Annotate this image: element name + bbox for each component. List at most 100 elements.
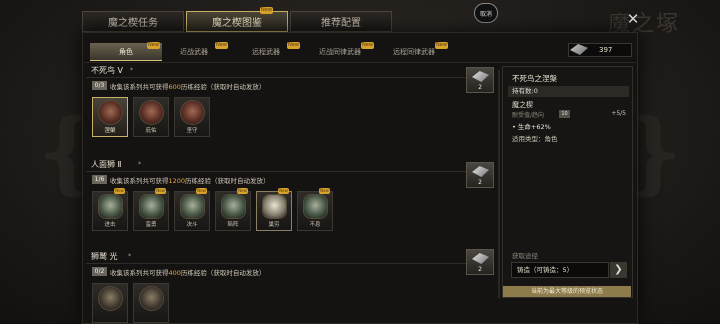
series-section: 人面狮 Ⅱ ◆ 1/6 收集该系列共可获得1200历练经验（获取时自动发放） 2… — [86, 158, 496, 250]
detail-panel: 不死鸟之涅槃 持有数:0 魔之楔 耐受值/趋向 10 +5/5 • 生命+62%… — [502, 66, 633, 298]
level-badge: 10 — [559, 110, 570, 118]
item-card[interactable]: 不息 New — [297, 188, 333, 231]
item-card[interactable]: 涅槃 — [92, 97, 128, 137]
item-card[interactable]: 蛮勇 New — [133, 188, 169, 231]
item-card[interactable]: 陷阵 New — [215, 188, 251, 231]
applicable-type: 适用类型：角色 — [512, 135, 558, 143]
mod-icon — [99, 195, 122, 218]
item-name: 蛮勇 — [145, 222, 157, 228]
list-scrollbar[interactable] — [498, 70, 500, 298]
mod-icon — [99, 101, 122, 124]
item-card[interactable]: 庇佑 — [133, 97, 169, 137]
owned-count: 持有数:0 — [508, 86, 629, 97]
series-desc: 收集该系列共可获得400历练经验（获取时自动发放） — [110, 269, 266, 277]
subtab-character[interactable]: 角色 New — [90, 42, 162, 61]
mod-icon — [181, 195, 204, 218]
tolerance-label: 耐受值/趋向 — [512, 112, 545, 119]
reward-icon — [472, 71, 489, 82]
new-badge: New — [361, 42, 374, 49]
max-level-preview-bar: 当前为最大等级的预览状态 — [503, 286, 631, 297]
series-title: 不死鸟 Ⅴ — [91, 66, 124, 75]
series-header: 人面狮 Ⅱ ◆ — [86, 158, 468, 172]
go-arrow-button[interactable]: ❯ — [610, 262, 627, 278]
subtab-ranged[interactable]: 远程武器 New — [230, 42, 302, 61]
series-reward[interactable]: 2 — [466, 67, 494, 93]
subtab-label: 角色 — [119, 47, 133, 56]
reward-icon — [472, 253, 489, 264]
reward-count: 2 — [478, 84, 482, 91]
collect-progress: 0/3 — [92, 81, 107, 90]
item-card[interactable] — [92, 283, 128, 323]
series-title: 人面狮 Ⅱ — [91, 160, 122, 169]
source-label: 获取途径 — [512, 252, 538, 260]
new-badge: New — [435, 42, 448, 49]
tab-recommended[interactable]: 推荐配置 — [290, 11, 392, 32]
item-card[interactable]: 巢穷 New — [256, 188, 292, 231]
new-badge: New — [155, 188, 166, 194]
collect-progress: 1/6 — [92, 175, 107, 184]
tolerance-value: +5/5 — [611, 110, 626, 117]
series-desc: 收集该系列共可获得600历练经验（获取时自动发放） — [110, 83, 266, 91]
detail-category: 魔之楔 — [512, 101, 533, 109]
subtab-label: 远程同律武器 — [393, 48, 435, 56]
new-badge: New — [319, 188, 330, 194]
new-badge: New — [196, 188, 207, 194]
series-mark-icon: ◆ — [138, 160, 142, 165]
tab-label: 魔之楔任务 — [108, 18, 158, 29]
series-desc: 收集该系列共可获得1200历练经验（获取时自动发放） — [110, 177, 270, 185]
item-card[interactable]: 进击 New — [92, 188, 128, 231]
mod-icon — [140, 287, 163, 310]
series-title: 狮鹫 光 — [91, 252, 118, 261]
mod-icon — [99, 287, 122, 310]
tab-label: 推荐配置 — [321, 18, 361, 29]
item-name: 陷阵 — [227, 222, 239, 228]
item-card[interactable]: 坚守 — [174, 97, 210, 137]
item-name: 坚守 — [186, 128, 198, 134]
detail-title: 不死鸟之涅槃 — [512, 74, 557, 83]
series-reward[interactable]: 2 — [466, 162, 494, 188]
subtab-label: 近战武器 — [180, 48, 208, 56]
mod-icon — [304, 195, 327, 218]
tab-atlas[interactable]: 魔之楔图鉴 New — [186, 7, 288, 32]
subtab-melee-sync[interactable]: 近战同律武器 New — [304, 42, 376, 61]
series-header: 不死鸟 Ⅴ ◆ — [86, 64, 468, 78]
series-header: 狮鹫 光 ◆ — [86, 250, 468, 264]
reward-icon — [472, 166, 489, 177]
item-name: 巢穷 — [268, 222, 280, 228]
collect-progress: 0/2 — [92, 267, 107, 276]
subtab-ranged-sync[interactable]: 远程同律武器 New — [378, 42, 450, 61]
reward-count: 2 — [478, 179, 482, 186]
mod-icon — [222, 195, 245, 218]
source-field[interactable]: 铸造（可铸造：5） — [511, 262, 609, 278]
series-section: 不死鸟 Ⅴ ◆ 0/3 收集该系列共可获得600历练经验（获取时自动发放） 2 … — [86, 64, 496, 159]
subtab-label: 远程武器 — [252, 48, 280, 56]
tab-label: 魔之楔图鉴 — [212, 18, 262, 29]
new-badge: New — [237, 188, 248, 194]
mod-icon — [181, 101, 204, 124]
new-badge: New — [114, 188, 125, 194]
mod-icon — [263, 195, 286, 218]
item-card[interactable]: 决斗 New — [174, 188, 210, 231]
reward-count: 2 — [478, 266, 482, 273]
screen: ❴ ❵ 魔之塚 魔之楔任务 魔之楔图鉴 New 推荐配置 取消 ✕ 角色 New 近… — [0, 0, 720, 324]
tab-task[interactable]: 魔之楔任务 — [82, 11, 184, 32]
series-section: 狮鹫 光 ◆ 0/2 收集该系列共可获得400历练经验（获取时自动发放） 2 — [86, 249, 496, 324]
new-badge: New — [260, 7, 273, 14]
series-mark-icon: ◆ — [130, 66, 134, 71]
series-list[interactable]: 不死鸟 Ⅴ ◆ 0/3 收集该系列共可获得600历练经验（获取时自动发放） 2 … — [86, 64, 496, 324]
new-badge: New — [215, 42, 228, 49]
item-card[interactable] — [133, 283, 169, 323]
cancel-button[interactable]: 取消 — [474, 3, 498, 23]
subtab-label: 近战同律武器 — [319, 48, 361, 56]
item-name: 不息 — [309, 222, 321, 228]
series-reward[interactable]: 2 — [466, 249, 494, 275]
new-badge: New — [278, 188, 289, 194]
mod-icon — [140, 101, 163, 124]
mod-icon — [140, 195, 163, 218]
subtab-melee[interactable]: 近战武器 New — [158, 42, 230, 61]
item-name: 决斗 — [186, 222, 198, 228]
item-name: 庇佑 — [145, 128, 157, 134]
category-tabs: 角色 New 近战武器 New 远程武器 New 近战同律武器 New 远程同律武器 Ne… — [84, 41, 636, 63]
close-icon[interactable]: ✕ — [625, 11, 641, 27]
series-mark-icon: ◆ — [128, 252, 132, 257]
